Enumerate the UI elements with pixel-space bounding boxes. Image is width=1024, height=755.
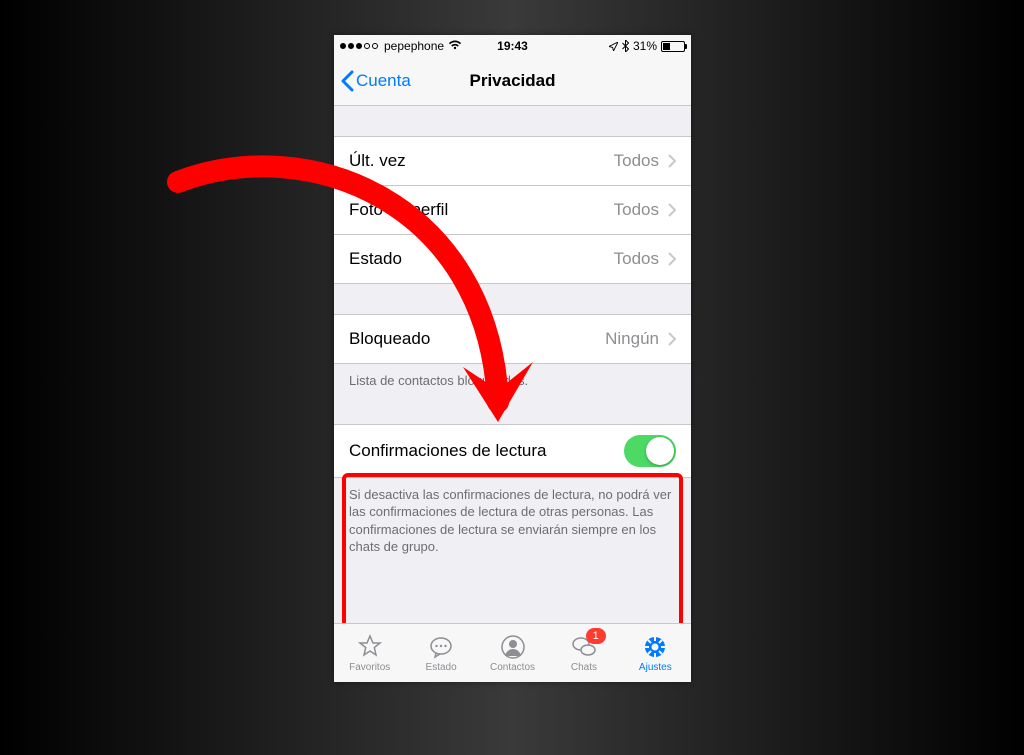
- chevron-right-icon: [667, 332, 676, 346]
- row-value: Ningún: [605, 329, 659, 349]
- row-blocked[interactable]: Bloqueado Ningún: [334, 314, 691, 364]
- blocked-footer: Lista de contactos bloqueados.: [334, 364, 691, 390]
- tab-label: Chats: [571, 662, 597, 673]
- row-read-receipts: Confirmaciones de lectura: [334, 424, 691, 478]
- speech-bubble-icon: [428, 634, 454, 660]
- row-label: Confirmaciones de lectura: [349, 441, 624, 461]
- row-status[interactable]: Estado Todos: [334, 235, 691, 284]
- tab-label: Ajustes: [639, 662, 672, 673]
- gear-icon: [642, 634, 668, 660]
- tab-label: Estado: [426, 662, 457, 673]
- tab-bar: Favoritos Estado Contactos 1 Chats Ajust…: [334, 623, 691, 682]
- tab-favorites[interactable]: Favoritos: [334, 624, 405, 682]
- tab-chats[interactable]: 1 Chats: [548, 624, 619, 682]
- row-profile-photo[interactable]: Foto de perfil Todos: [334, 186, 691, 235]
- row-label: Foto de perfil: [349, 200, 614, 220]
- tab-label: Favoritos: [349, 662, 390, 673]
- row-label: Estado: [349, 249, 614, 269]
- tab-label: Contactos: [490, 662, 535, 673]
- read-receipts-toggle[interactable]: [624, 435, 676, 467]
- read-receipts-footer: Si desactiva las confirmaciones de lectu…: [334, 478, 691, 556]
- row-value: Todos: [614, 200, 659, 220]
- chevron-right-icon: [667, 252, 676, 266]
- star-icon: [357, 634, 383, 660]
- row-last-seen[interactable]: Últ. vez Todos: [334, 136, 691, 186]
- tab-contacts[interactable]: Contactos: [477, 624, 548, 682]
- nav-bar: Cuenta Privacidad: [334, 57, 691, 106]
- status-bar: pepephone 19:43 31%: [334, 35, 691, 57]
- clock: 19:43: [334, 39, 691, 53]
- row-value: Todos: [614, 151, 659, 171]
- row-value: Todos: [614, 249, 659, 269]
- phone-frame: pepephone 19:43 31% Cuenta Privacidad Úl…: [334, 35, 691, 682]
- tab-settings[interactable]: Ajustes: [620, 624, 691, 682]
- chevron-right-icon: [667, 154, 676, 168]
- chats-badge: 1: [586, 628, 606, 644]
- row-label: Bloqueado: [349, 329, 605, 349]
- battery-icon: [661, 41, 685, 52]
- chevron-right-icon: [667, 203, 676, 217]
- page-title: Privacidad: [334, 71, 691, 91]
- person-icon: [500, 634, 526, 660]
- tab-status[interactable]: Estado: [405, 624, 476, 682]
- row-label: Últ. vez: [349, 151, 614, 171]
